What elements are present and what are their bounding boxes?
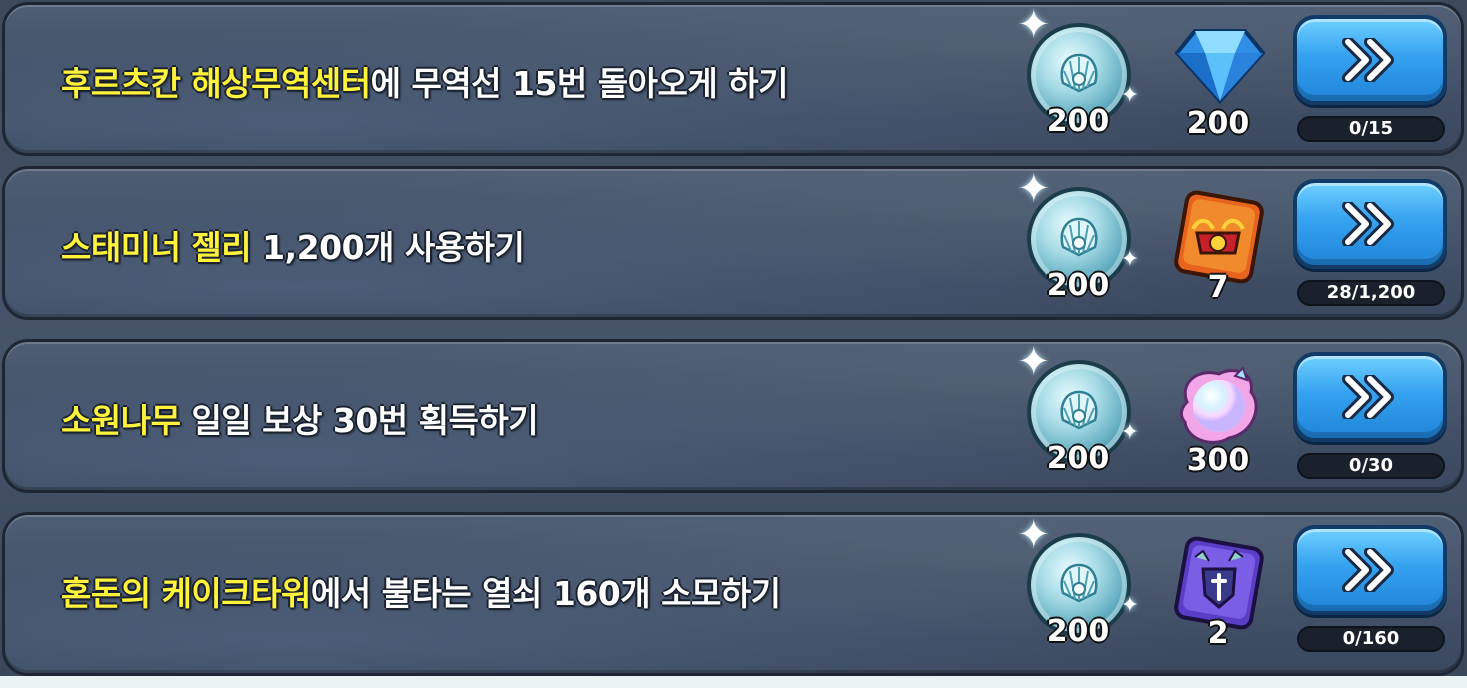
double-chevron-right-icon <box>1342 202 1394 246</box>
shell-reward-amount: 200 <box>1046 104 1110 139</box>
mission-title: 혼돈의 케이크타워에서 불타는 열쇠 160개 소모하기 <box>61 567 781 615</box>
shell-reward-amount: 200 <box>1046 268 1110 303</box>
go-button[interactable] <box>1293 179 1447 269</box>
bottom-strip <box>0 676 1467 688</box>
mission-title-highlight: 소원나무 <box>61 401 181 440</box>
mission-title: 소원나무 일일 보상 30번 획득하기 <box>61 394 539 442</box>
item-reward: 7 <box>1163 179 1273 305</box>
rainbow-pearl-icon <box>1179 366 1258 444</box>
double-chevron-right-icon <box>1342 375 1394 419</box>
mission-title-rest: 1,200개 사용하기 <box>251 228 525 267</box>
sparkle-icon: ✦ <box>1017 512 1051 558</box>
crystal-gem-icon <box>1175 29 1265 104</box>
item-reward-amount: 7 <box>1207 270 1229 305</box>
shell-coin-reward: ✦ ✦ 200 <box>1017 5 1139 139</box>
shell-coin-reward: ✦ ✦ 200 <box>1017 342 1139 476</box>
item-reward-amount: 2 <box>1207 616 1229 651</box>
mission-row-3: 소원나무 일일 보상 30번 획득하기 ✦ ✦ 200 300 0/30 <box>2 339 1464 493</box>
mission-title: 스태미너 젤리 1,200개 사용하기 <box>61 221 525 269</box>
go-button[interactable] <box>1293 15 1447 105</box>
mission-title-highlight: 스태미너 젤리 <box>61 228 252 267</box>
mission-title-rest: 에서 불타는 열쇠 160개 소모하기 <box>310 574 781 613</box>
double-chevron-right-icon <box>1342 38 1394 82</box>
sparkle-icon: ✦ <box>1017 166 1051 212</box>
mission-title: 후르츠칸 해상무역센터에 무역선 15번 돌아오게 하기 <box>61 57 788 105</box>
mission-title-highlight: 혼돈의 케이크타워 <box>61 574 311 613</box>
sparkle-icon: ✦ <box>1017 2 1051 48</box>
item-reward-amount: 200 <box>1186 106 1250 141</box>
go-button[interactable] <box>1293 525 1447 615</box>
item-reward: 300 <box>1163 352 1273 478</box>
progress-counter: 0/160 <box>1297 626 1445 652</box>
mission-row-1: 후르츠칸 해상무역센터에 무역선 15번 돌아오게 하기 ✦ ✦ 200 200… <box>2 2 1464 156</box>
mission-title-highlight: 후르츠칸 해상무역센터 <box>61 64 371 103</box>
item-reward: 200 <box>1163 15 1273 141</box>
mission-title-rest: 일일 보상 30번 획득하기 <box>180 401 539 440</box>
progress-counter: 0/15 <box>1297 116 1445 142</box>
item-reward-amount: 300 <box>1186 443 1250 478</box>
mission-list: 후르츠칸 해상무역센터에 무역선 15번 돌아오게 하기 ✦ ✦ 200 200… <box>0 0 1467 688</box>
progress-counter: 0/30 <box>1297 453 1445 479</box>
item-reward: 2 <box>1163 525 1273 651</box>
shell-coin-reward: ✦ ✦ 200 <box>1017 169 1139 303</box>
shell-reward-amount: 200 <box>1046 441 1110 476</box>
shell-reward-amount: 200 <box>1046 614 1110 649</box>
mission-row-4: 혼돈의 케이크타워에서 불타는 열쇠 160개 소모하기 ✦ ✦ 200 2 0… <box>2 512 1464 676</box>
mission-row-2: 스태미너 젤리 1,200개 사용하기 ✦ ✦ 200 7 28/1,200 <box>2 166 1464 320</box>
progress-counter: 28/1,200 <box>1297 280 1445 306</box>
shell-coin-reward: ✦ ✦ 200 <box>1017 515 1139 649</box>
go-button[interactable] <box>1293 352 1447 442</box>
double-chevron-right-icon <box>1342 548 1394 592</box>
sparkle-icon: ✦ <box>1017 339 1051 385</box>
mission-title-rest: 에 무역선 15번 돌아오게 하기 <box>370 64 789 103</box>
